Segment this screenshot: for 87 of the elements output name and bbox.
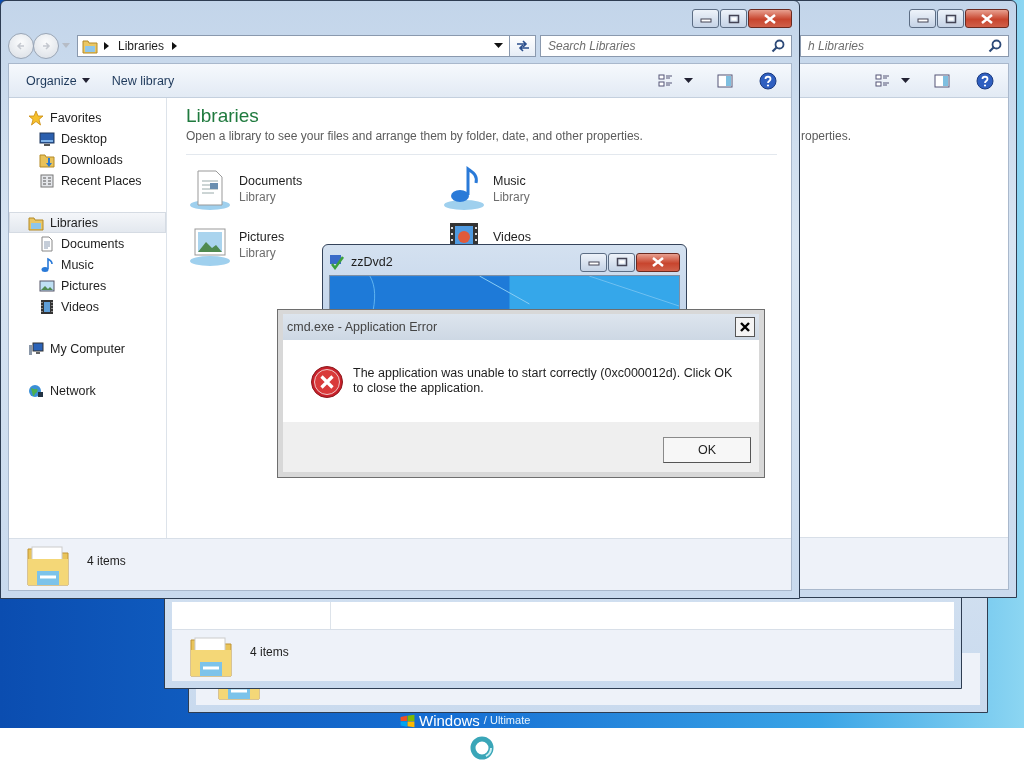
help-icon[interactable] [759, 71, 777, 90]
ok-button[interactable]: OK [663, 437, 751, 463]
close-button[interactable] [748, 9, 792, 28]
error-message: The application was unable to start correctly (0xc000012d). Click OK to close the application. [353, 365, 734, 396]
window-title: zzDvd2 [351, 255, 393, 269]
loading-ring-icon [469, 735, 495, 761]
edition-text: / Ultimate [483, 714, 531, 727]
nav-item[interactable]: Desktop [9, 128, 166, 149]
nav-item[interactable]: Network [9, 380, 166, 401]
nav-item[interactable]: My Computer [9, 338, 166, 359]
menu-button[interactable]: Organize [17, 69, 99, 92]
item-count: 4 items [87, 553, 126, 568]
page-heading: Libraries [186, 104, 260, 128]
maximize-button[interactable] [608, 252, 635, 272]
help-icon[interactable] [976, 71, 994, 90]
error-icon [310, 365, 344, 399]
maximize-button[interactable] [937, 9, 964, 28]
preview-pane-icon[interactable] [934, 72, 950, 89]
maximize-icon [727, 13, 740, 24]
nav-item[interactable]: Downloads [9, 149, 166, 170]
library-type: Library [239, 245, 277, 261]
chevron-icon[interactable] [172, 42, 179, 50]
toolbar-button[interactable]: New library [102, 69, 184, 92]
refresh-button[interactable] [510, 35, 536, 57]
minimize-button[interactable] [909, 9, 936, 28]
caret-icon[interactable] [901, 77, 910, 84]
network-globe-icon [28, 382, 44, 399]
description-text: Open a library to see your files and arrange them by folder, date, and other properties. [186, 128, 644, 144]
recent-places-icon [39, 172, 55, 189]
monitor-icon [39, 130, 55, 147]
refresh-icon [514, 39, 531, 53]
minimize-icon [587, 258, 600, 266]
preview-pane-icon[interactable] [717, 72, 733, 89]
computer-icon [28, 340, 44, 357]
windows-logo-text: Windows [419, 713, 480, 728]
nav-item[interactable]: Libraries [9, 212, 166, 233]
maximize-icon [944, 13, 957, 24]
item-count: 4 items [250, 644, 289, 659]
windows-flag-icon [400, 713, 415, 728]
library-item[interactable]: Documents Library [186, 165, 303, 211]
search-icon[interactable] [988, 39, 1002, 53]
dropdown-caret-icon[interactable] [494, 43, 503, 49]
download-folder-icon [39, 151, 55, 168]
star-icon [28, 109, 44, 126]
back-arrow-icon [16, 41, 26, 51]
folder-icon [188, 634, 234, 680]
app-icon [329, 254, 345, 270]
folder-icon [25, 543, 71, 589]
close-icon [980, 13, 994, 24]
minimize-button[interactable] [580, 252, 607, 272]
library-item[interactable]: Music Library [440, 165, 530, 211]
picture-icon [39, 277, 55, 294]
nav-item[interactable]: Music [9, 254, 166, 275]
nav-item[interactable]: Favorites [9, 107, 166, 128]
film-icon [39, 298, 55, 315]
close-icon [763, 13, 777, 24]
document-icon [39, 235, 55, 252]
nav-item[interactable]: Documents [9, 233, 166, 254]
maximize-icon [615, 257, 628, 267]
library-type: Library [239, 189, 277, 205]
library-folder-icon [82, 38, 98, 54]
music-note-icon [39, 256, 55, 273]
close-button[interactable] [636, 252, 680, 272]
nav-item[interactable]: Pictures [9, 275, 166, 296]
close-icon [739, 321, 751, 333]
maximize-button[interactable] [720, 9, 747, 28]
search-field[interactable]: h Libraries [800, 35, 1009, 57]
caret-icon[interactable] [684, 77, 693, 84]
library-type: Library [493, 189, 530, 205]
close-button[interactable] [965, 9, 1009, 28]
breadcrumb[interactable]: Libraries [116, 39, 167, 53]
library-folder-icon [28, 214, 44, 231]
close-icon [651, 257, 665, 267]
view-options-icon[interactable] [658, 72, 674, 89]
search-field[interactable]: Search Libraries [540, 35, 792, 57]
description-text: roperties. [800, 128, 853, 144]
close-button[interactable] [735, 317, 755, 337]
nav-item[interactable]: Recent Places [9, 170, 166, 191]
chevron-icon[interactable] [104, 42, 110, 50]
nav-item[interactable]: Videos [9, 296, 166, 317]
forward-arrow-icon [41, 41, 51, 51]
view-options-icon[interactable] [875, 72, 891, 89]
search-icon[interactable] [771, 39, 785, 53]
minimize-button[interactable] [692, 9, 719, 28]
address-bar[interactable]: Libraries [77, 35, 510, 57]
library-item[interactable]: Pictures Library [186, 221, 285, 267]
dialog-title: cmd.exe - Application Error [287, 320, 439, 334]
